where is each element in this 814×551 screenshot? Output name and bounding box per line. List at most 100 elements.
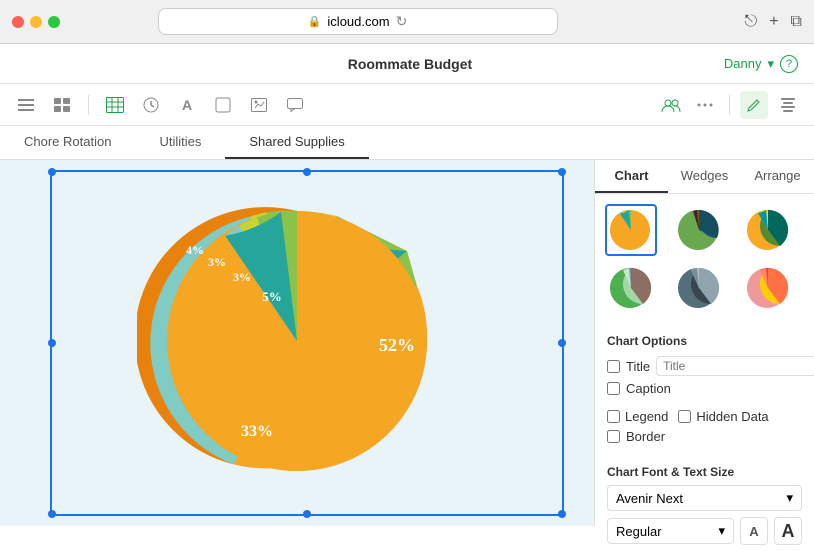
format-icon[interactable] <box>774 91 802 119</box>
font-section: Chart Font & Text Size Avenir Next ▾ Reg… <box>595 459 814 551</box>
table-icon[interactable] <box>101 91 129 119</box>
collaborate-icon[interactable] <box>657 91 685 119</box>
pie-preset-6[interactable] <box>742 262 794 314</box>
address-text: icloud.com <box>327 14 389 29</box>
menu-icon[interactable] <box>12 91 40 119</box>
pie-style-presets <box>595 194 814 324</box>
lock-icon: 🔒 <box>308 15 322 28</box>
panel-tab-wedges[interactable]: Wedges <box>668 160 741 193</box>
sheet-tabs: Chore Rotation Utilities Shared Supplies <box>0 126 814 160</box>
title-label: Title <box>626 359 650 374</box>
toolbar-left: A <box>12 91 309 119</box>
selection-handle-bm[interactable] <box>303 510 311 518</box>
text-icon[interactable]: A <box>173 91 201 119</box>
caption-label: Caption <box>626 381 671 396</box>
svg-text:5%: 5% <box>262 289 282 304</box>
selection-handle-tr[interactable] <box>558 168 566 176</box>
user-area[interactable]: Danny ▾ ? <box>724 55 798 73</box>
font-style: Regular <box>616 524 662 539</box>
font-dropdown[interactable]: Avenir Next ▾ <box>607 485 802 511</box>
view-icon[interactable] <box>48 91 76 119</box>
selection-handle-rm[interactable] <box>558 339 566 347</box>
style-chevron-icon: ▾ <box>718 523 725 539</box>
caption-option-row: Caption <box>607 381 802 396</box>
selection-handle-tl[interactable] <box>48 168 56 176</box>
legend-label: Legend <box>625 409 668 424</box>
browser-controls <box>12 16 60 28</box>
panel-tab-chart[interactable]: Chart <box>595 160 668 193</box>
selection-handle-bl[interactable] <box>48 510 56 518</box>
help-icon[interactable]: ? <box>780 55 798 73</box>
tab-shared-supplies[interactable]: Shared Supplies <box>225 126 368 159</box>
legend-hidden-row: Legend Hidden Data <box>607 409 802 424</box>
more-icon[interactable] <box>691 91 719 119</box>
options-title: Chart Options <box>607 334 802 348</box>
minimize-button[interactable] <box>30 16 42 28</box>
user-name: Danny <box>724 56 762 71</box>
selection-handle-br[interactable] <box>558 510 566 518</box>
panel-tab-arrange[interactable]: Arrange <box>741 160 814 193</box>
pie-preset-3[interactable] <box>742 204 794 256</box>
svg-text:52%: 52% <box>379 335 415 355</box>
pencil-active-icon[interactable] <box>740 91 768 119</box>
close-button[interactable] <box>12 16 24 28</box>
border-checkbox[interactable] <box>607 430 620 443</box>
legend-option: Legend <box>607 409 668 424</box>
share-icon[interactable]: ⎋ <box>745 13 758 31</box>
font-row: Regular ▾ A A <box>607 517 802 545</box>
border-label: Border <box>626 429 665 444</box>
maximize-button[interactable] <box>48 16 60 28</box>
font-size-increase-button[interactable]: A <box>774 517 802 545</box>
selection-handle-lm[interactable] <box>48 339 56 347</box>
border-option-row: Border <box>607 429 802 444</box>
svg-text:3%: 3% <box>208 255 226 269</box>
pie-preset-5[interactable] <box>673 262 725 314</box>
font-size-decrease-button[interactable]: A <box>740 517 768 545</box>
toolbar-right <box>657 91 802 119</box>
title-option-row: Title <box>607 356 802 376</box>
new-tab-icon[interactable]: + <box>769 13 778 31</box>
shape-icon[interactable] <box>209 91 237 119</box>
pie-preset-2[interactable] <box>673 204 725 256</box>
hidden-data-option: Hidden Data <box>678 409 768 424</box>
clock-icon[interactable] <box>137 91 165 119</box>
svg-text:33%: 33% <box>241 423 273 440</box>
selection-handle-tm[interactable] <box>303 168 311 176</box>
options-spacer <box>607 401 802 409</box>
legend-checkbox[interactable] <box>607 410 620 423</box>
hidden-data-label: Hidden Data <box>696 409 768 424</box>
app-header: Roommate Budget Danny ▾ ? <box>0 44 814 84</box>
toolbar: A <box>0 84 814 126</box>
title-input[interactable] <box>656 356 814 376</box>
svg-text:4%: 4% <box>186 243 204 257</box>
browser-chrome: 🔒 icloud.com ↻ ⎋ + ⧉ <box>0 0 814 44</box>
tab-utilities[interactable]: Utilities <box>135 126 225 159</box>
title-checkbox[interactable] <box>607 360 620 373</box>
refresh-icon[interactable]: ↻ <box>396 13 408 30</box>
user-chevron-icon[interactable]: ▾ <box>767 56 774 72</box>
panel-tabs: Chart Wedges Arrange <box>595 160 814 194</box>
media-icon[interactable] <box>245 91 273 119</box>
hidden-data-checkbox[interactable] <box>678 410 691 423</box>
svg-text:3%: 3% <box>233 270 251 284</box>
chart-options: Chart Options Title Caption Legend Hidde… <box>595 324 814 459</box>
caption-checkbox[interactable] <box>607 382 620 395</box>
address-bar[interactable]: 🔒 icloud.com ↻ <box>158 8 558 35</box>
toolbar-separator-2 <box>729 95 730 115</box>
font-name: Avenir Next <box>616 491 683 506</box>
app-title: Roommate Budget <box>96 56 724 72</box>
toolbar-separator <box>88 95 89 115</box>
pie-preset-4[interactable] <box>605 262 657 314</box>
browser-right-icons: ⎋ + ⧉ <box>745 13 802 31</box>
comment-icon[interactable] <box>281 91 309 119</box>
right-panel: Chart Wedges Arrange <box>594 160 814 526</box>
pie-chart: 52% 33% 5% 3% 3% 4% <box>137 186 457 501</box>
font-title: Chart Font & Text Size <box>607 465 802 479</box>
tabs-icon[interactable]: ⧉ <box>791 13 802 31</box>
pie-preset-1[interactable] <box>605 204 657 256</box>
main-content: 52% 33% 5% 3% 3% 4% Chart Wedges Arrange <box>0 160 814 526</box>
font-style-dropdown[interactable]: Regular ▾ <box>607 518 734 544</box>
chart-area[interactable]: 52% 33% 5% 3% 3% 4% <box>0 160 594 526</box>
tab-chore-rotation[interactable]: Chore Rotation <box>0 126 135 159</box>
font-chevron-icon: ▾ <box>786 490 793 506</box>
